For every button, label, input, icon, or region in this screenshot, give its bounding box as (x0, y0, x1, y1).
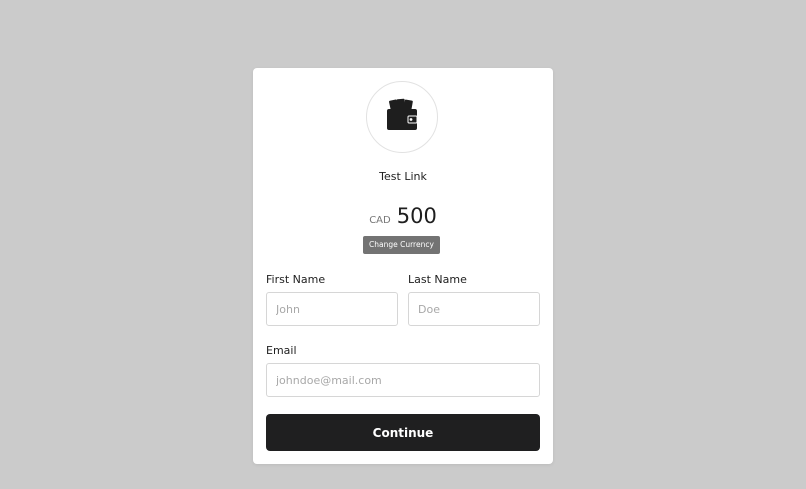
amount-display: CAD 500 (253, 204, 553, 228)
amount-value: 500 (396, 204, 437, 228)
avatar (366, 81, 438, 153)
wallet-icon (384, 97, 420, 137)
first-name-field[interactable] (266, 292, 398, 326)
payment-card: Test Link CAD 500 Change Currency First … (253, 68, 553, 464)
last-name-field[interactable] (408, 292, 540, 326)
first-name-label: First Name (266, 273, 326, 286)
change-currency-button[interactable]: Change Currency (363, 236, 440, 254)
email-field[interactable] (266, 363, 540, 397)
currency-code: CAD (369, 215, 391, 226)
email-label: Email (266, 344, 297, 357)
continue-button[interactable]: Continue (266, 414, 540, 451)
last-name-label: Last Name (408, 273, 467, 286)
link-title: Test Link (379, 170, 427, 183)
